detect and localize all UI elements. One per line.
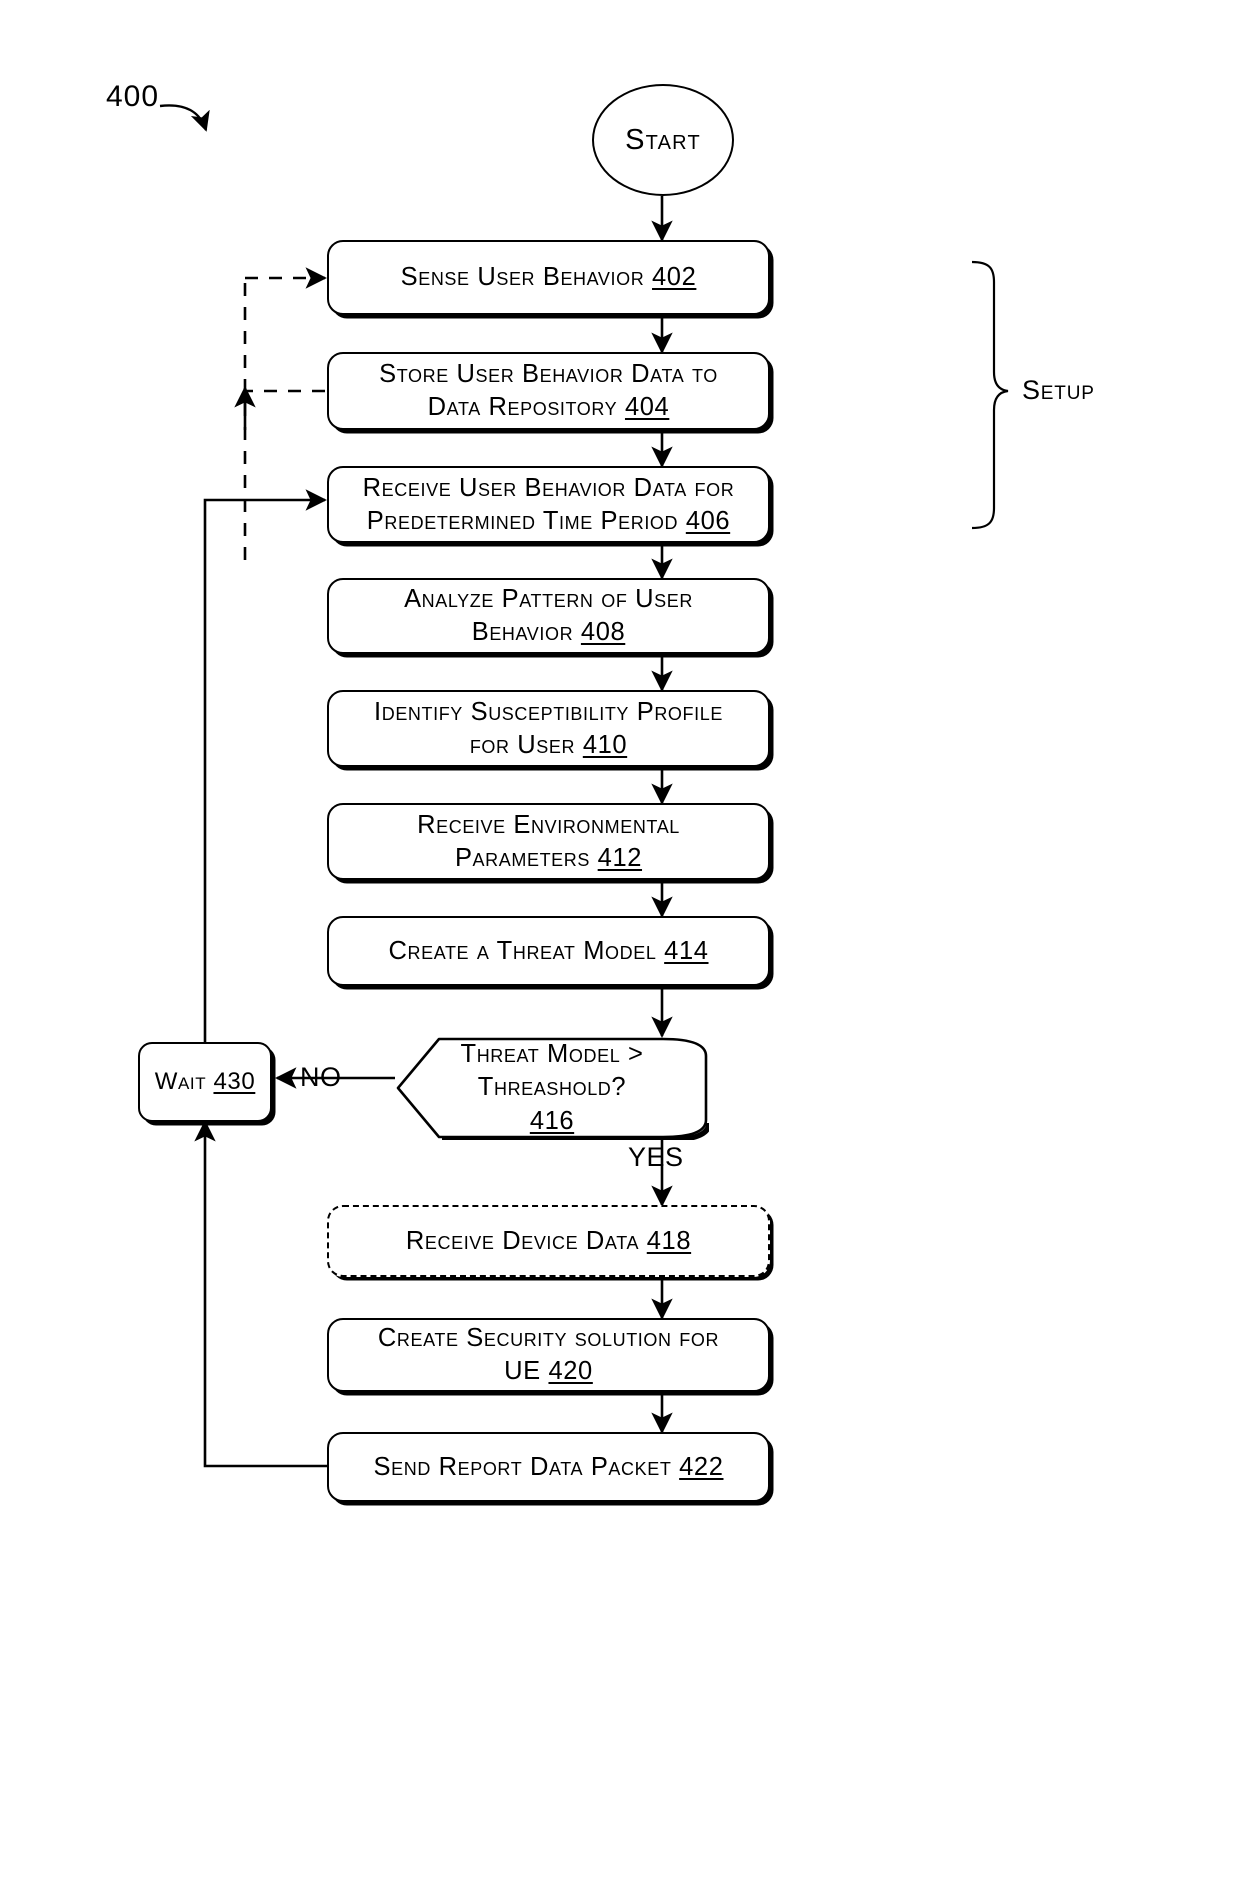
node-408-label: Analyze Pattern of User Behavior 408 [404,585,693,646]
node-start: Start [592,84,734,196]
node-store-user-behavior-data: Store User Behavior Data to Data Reposit… [327,352,770,430]
node-412-label: Receive Environmental Parameters 412 [417,810,680,872]
node-404-label: Store User Behavior Data to Data Reposit… [379,360,718,421]
node-analyze-pattern: Analyze Pattern of User Behavior 408 [327,578,770,654]
edge-label-yes: YES [628,1142,684,1172]
node-receive-user-behavior-data: Receive User Behavior Data for Predeterm… [327,466,770,543]
node-create-security-solution: Create Security solution for UE 420 [327,1318,770,1392]
node-416-label: Threat Model > Threashold? 416 [395,1036,709,1140]
node-416-line2: Threashold? [477,1073,627,1102]
ref-number-416: 416 [529,1106,575,1135]
ref-number-420: 420 [548,1357,593,1385]
figure-number: 400 [106,80,160,113]
ref-number-418: 418 [646,1226,692,1255]
node-threat-model-threshold-decision: Threat Model > Threashold? 416 [395,1036,709,1140]
setup-bracket [971,260,1009,530]
flowchart-figure: 400 Start Sense User Behavior 402 Store … [0,0,1240,1902]
node-410-label: Identify Susceptibility Profile for User… [374,697,723,759]
ref-number-402: 402 [652,263,697,292]
node-430-label: Wait 430 [154,1067,256,1095]
ref-number-404: 404 [624,393,670,421]
node-send-report-data-packet: Send Report Data Packet 422 [327,1432,770,1502]
node-402-label: Sense User Behavior 402 [400,263,697,292]
node-start-label: Start [625,123,701,156]
node-416-line1: Threat Model > [460,1040,644,1069]
node-418-label: Receive Device Data 418 [405,1226,692,1255]
figure-pointer [159,104,210,132]
node-406-label: Receive User Behavior Data for Predeterm… [362,473,735,535]
node-wait: Wait 430 [138,1042,272,1122]
ref-number-422: 422 [679,1452,724,1481]
node-414-label: Create a Threat Model 414 [388,936,709,965]
edge-label-no: NO [300,1062,342,1092]
node-receive-environmental-parameters: Receive Environmental Parameters 412 [327,803,770,880]
ref-number-410: 410 [582,730,628,759]
ref-number-406: 406 [685,506,731,535]
node-422-label: Send Report Data Packet 422 [373,1452,724,1481]
node-420-label: Create Security solution for UE 420 [377,1324,720,1385]
node-identify-susceptibility-profile: Identify Susceptibility Profile for User… [327,690,770,767]
ref-number-408: 408 [580,618,626,646]
node-create-threat-model: Create a Threat Model 414 [327,916,770,986]
node-sense-user-behavior: Sense User Behavior 402 [327,240,770,315]
ref-number-430: 430 [213,1067,256,1095]
ref-number-412: 412 [597,843,643,872]
node-receive-device-data: Receive Device Data 418 [327,1205,770,1277]
ref-number-414: 414 [664,936,709,965]
setup-bracket-label: Setup [1022,375,1095,405]
edge-430-to-406-feedback [203,489,327,1042]
edge-422-to-430-feedback [194,1120,330,1468]
